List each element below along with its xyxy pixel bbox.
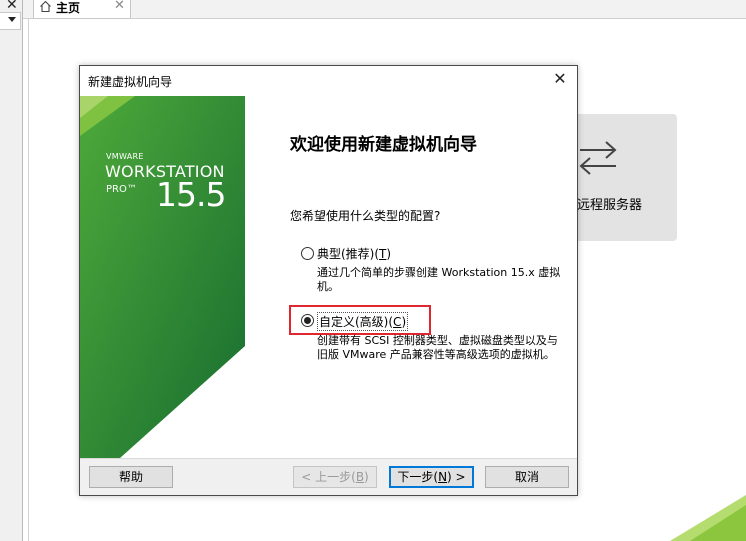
cancel-button[interactable]: 取消: [485, 466, 569, 488]
library-dropdown[interactable]: [0, 12, 21, 30]
radio-typical[interactable]: [301, 247, 314, 260]
dialog-content: VMWARE WORKSTATION PRO™ 15.5 欢迎使用新建虚拟机向导…: [80, 94, 577, 458]
new-vm-wizard-dialog: 新建虚拟机向导 ✕ VMWARE WORKSTATION PRO™ 15.5 欢…: [79, 65, 578, 496]
brand-vmware: VMWARE: [106, 152, 144, 161]
next-button-mnemonic: N: [438, 470, 448, 484]
dialog-title: 新建虚拟机向导: [88, 75, 173, 89]
chevron-down-icon: [8, 17, 16, 22]
option-custom-suffix: ): [401, 315, 407, 329]
radio-selected-dot: [304, 317, 311, 324]
next-button[interactable]: 下一步(N) >: [389, 466, 474, 488]
brand-pro: PRO™: [106, 184, 137, 195]
tab-strip: 主页 ✕: [23, 0, 746, 19]
left-panel: ✕: [0, 0, 23, 541]
option-typical-description: 通过几个简单的步骤创建 Workstation 15.x 虚拟机。: [317, 266, 561, 293]
tab-home[interactable]: 主页 ✕: [33, 0, 131, 19]
tab-home-label: 主页: [56, 1, 81, 15]
divider: [80, 458, 577, 459]
option-custom-description: 创建带有 SCSI 控制器类型、虚拟磁盘类型以及与旧版 VMware 产品兼容性…: [317, 334, 558, 361]
brand-version: 15.5: [156, 175, 226, 214]
config-question: 您希望使用什么类型的配置?: [290, 209, 441, 223]
wizard-heading: 欢迎使用新建虚拟机向导: [290, 135, 477, 155]
remote-server-label: 远程服务器: [577, 198, 643, 213]
corner-graphic: [670, 495, 746, 541]
option-typical-suffix: ): [386, 247, 392, 261]
back-button-mnemonic: B: [355, 470, 365, 484]
option-custom-text: 自定义(高级)(: [319, 315, 394, 329]
next-button-text: 下一步(: [397, 470, 439, 484]
option-typical-label[interactable]: 典型(推荐)(T): [317, 245, 391, 262]
back-button-suffix: ): [364, 470, 369, 484]
next-button-suffix: ) >: [447, 470, 466, 484]
arrows-exchange-icon: [579, 141, 617, 175]
vmware-banner: [80, 96, 245, 458]
option-typical-text: 典型(推荐)(: [317, 247, 380, 261]
radio-custom[interactable]: [301, 314, 314, 327]
close-icon[interactable]: ✕: [550, 71, 570, 89]
close-icon[interactable]: ✕: [114, 0, 125, 13]
dialog-titlebar: 新建虚拟机向导 ✕: [80, 66, 577, 94]
option-custom-label[interactable]: 自定义(高级)(C): [317, 312, 409, 331]
home-icon: [40, 0, 51, 13]
help-button[interactable]: 帮助: [89, 466, 173, 488]
back-button-text: < 上一步(: [301, 470, 356, 484]
back-button[interactable]: < 上一步(B): [293, 466, 377, 488]
